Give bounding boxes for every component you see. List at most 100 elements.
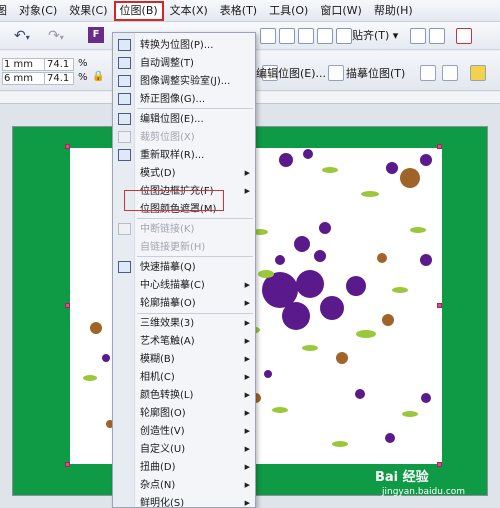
full-screen-icon[interactable] <box>260 28 276 44</box>
menu-item[interactable]: 轮廓描摹(O) ▶ <box>113 295 255 312</box>
submenu-arrow-icon: ▶ <box>244 373 250 381</box>
menu-item[interactable]: 模式(D) ▶ <box>113 165 255 182</box>
menu-object[interactable]: 对象(C) <box>13 1 63 21</box>
menu-item-label: 相机(C) <box>140 372 175 383</box>
menu-separator <box>137 218 253 219</box>
trace-bitmap-icon[interactable] <box>328 65 344 81</box>
edit-bitmap-button[interactable]: 编辑位图(E)... <box>256 65 326 83</box>
menu-item[interactable]: 中心线描摹(C) ▶ <box>113 277 255 294</box>
crop-bitmap-icon[interactable] <box>420 65 436 81</box>
selection-handle-tl[interactable] <box>65 144 70 149</box>
menu-item[interactable]: 三维效果(3) ▶ <box>113 315 255 332</box>
menu-item[interactable]: 鲜明化(S) ▶ <box>113 495 255 508</box>
menu-item-label: 三维效果(3) <box>140 318 195 329</box>
snap-to-label: 贴齐(T) <box>352 29 390 42</box>
menu-item[interactable]: 自定义(U) ▶ <box>113 441 255 458</box>
menu-item-label: 中断链接(K) <box>140 224 195 235</box>
menu-help[interactable]: 帮助(H) <box>368 1 419 21</box>
width-field[interactable]: 1 mm <box>2 58 50 71</box>
percent-label-y: % <box>78 72 88 83</box>
menu-item-label: 重新取样(R)... <box>140 150 205 161</box>
menu-item[interactable]: 模糊(B) ▶ <box>113 351 255 368</box>
menu-separator <box>137 313 253 314</box>
selection-handle-tr[interactable] <box>437 144 442 149</box>
submenu-arrow-icon: ▶ <box>244 187 250 195</box>
menu-window[interactable]: 窗口(W) <box>314 1 367 21</box>
menu-table[interactable]: 表格(T) <box>214 1 263 21</box>
menu-item-label: 艺术笔触(A) <box>140 336 195 347</box>
menu-item[interactable]: 重新取样(R)... <box>113 147 255 164</box>
snap-to-dropdown[interactable]: 贴齐(T) ▾ <box>348 27 402 45</box>
grid-icon[interactable] <box>317 28 333 44</box>
menu-item[interactable]: 转换为位图(P)... <box>113 37 255 54</box>
menu-item[interactable]: 自动调整(T) <box>113 55 255 72</box>
submenu-arrow-icon: ▶ <box>244 427 250 435</box>
power-clip-icon[interactable]: F <box>88 27 104 43</box>
view-icon[interactable] <box>298 28 314 44</box>
bitmap-menu: 转换为位图(P)... 自动调整(T) 图像调整实验室(J)... 矫正图像(G)..… <box>112 32 256 508</box>
auto-adjust-icon <box>118 57 131 69</box>
lock-ratio-icon[interactable]: 🔒 <box>92 71 104 82</box>
height-field[interactable]: 6 mm <box>2 72 50 85</box>
convert-bitmap-icon <box>118 39 131 51</box>
selection-handle-bl[interactable] <box>65 462 70 467</box>
menu-item[interactable]: 相机(C) ▶ <box>113 369 255 386</box>
menu-separator <box>137 256 253 257</box>
app-launcher-icon[interactable] <box>429 28 445 44</box>
scale-x-field[interactable]: 74.1 <box>44 58 74 71</box>
menu-item-label: 自定义(U) <box>140 444 186 455</box>
menu-item-label: 转换为位图(P)... <box>140 40 214 51</box>
percent-label-x: % <box>78 58 88 69</box>
options-icon[interactable] <box>410 28 426 44</box>
menu-item[interactable]: 编辑位图(E)... <box>113 111 255 128</box>
view-toolbar-group <box>260 27 352 45</box>
submenu-arrow-icon: ▶ <box>244 391 250 399</box>
menu-item[interactable]: 快速描摹(Q) <box>113 259 255 276</box>
menu-effects[interactable]: 效果(C) <box>63 1 113 21</box>
menu-bitmap[interactable]: 位图(B) <box>113 0 164 21</box>
menu-item-0[interactable]: 图 <box>0 1 13 21</box>
submenu-arrow-icon: ▶ <box>244 299 250 307</box>
rulers-icon[interactable] <box>279 28 295 44</box>
menu-item-label: 轮廓描摹(O) <box>140 298 196 309</box>
quick-trace-icon <box>118 261 131 273</box>
image-lab-icon <box>118 75 131 87</box>
submenu-arrow-icon: ▶ <box>244 409 250 417</box>
menu-item: 中断链接(K) <box>113 221 255 238</box>
welcome-icon[interactable] <box>456 28 472 44</box>
menu-item[interactable]: 艺术笔触(A) ▶ <box>113 333 255 350</box>
menu-item-label: 鲜明化(S) <box>140 498 185 508</box>
baidu-watermark: Bai 经验 <box>375 470 429 485</box>
menu-item[interactable]: 图像调整实验室(J)... <box>113 73 255 90</box>
menu-tools[interactable]: 工具(O) <box>263 1 314 21</box>
bitmap-color-mask-highlight <box>124 190 224 211</box>
menu-text[interactable]: 文本(X) <box>164 1 214 21</box>
menu-item[interactable]: 轮廓图(O) ▶ <box>113 405 255 422</box>
resample-icon[interactable] <box>442 65 458 81</box>
undo-icon[interactable]: ↶▾ <box>14 28 30 44</box>
selection-handle-ml[interactable] <box>65 303 70 308</box>
menu-item-label: 扭曲(D) <box>140 462 176 473</box>
menu-item[interactable]: 矫正图像(G)... <box>113 91 255 108</box>
submenu-arrow-icon: ▶ <box>244 445 250 453</box>
submenu-arrow-icon: ▶ <box>244 169 250 177</box>
trace-bitmap-button[interactable]: 描摹位图(T) <box>346 65 405 83</box>
menu-item: 裁剪位图(X) <box>113 129 255 146</box>
crop-icon <box>118 131 131 143</box>
menu-item-label: 自链接更新(H) <box>140 242 206 253</box>
submenu-arrow-icon: ▶ <box>244 481 250 489</box>
menu-item[interactable]: 创造性(V) ▶ <box>113 423 255 440</box>
resample-icon <box>118 149 131 161</box>
straighten-icon <box>118 93 131 105</box>
selection-handle-mr[interactable] <box>437 303 442 308</box>
bitmap-mask-icon[interactable] <box>470 65 486 81</box>
edit-bitmap-icon <box>118 113 131 125</box>
menu-item[interactable]: 杂点(N) ▶ <box>113 477 255 494</box>
redo-icon[interactable]: ↷▾ <box>48 28 64 44</box>
scale-y-field[interactable]: 74.1 <box>44 72 74 85</box>
menu-item-label: 图像调整实验室(J)... <box>140 76 231 87</box>
menu-item[interactable]: 颜色转换(L) ▶ <box>113 387 255 404</box>
menu-item[interactable]: 扭曲(D) ▶ <box>113 459 255 476</box>
selection-handle-br[interactable] <box>437 462 442 467</box>
menu-item-label: 矫正图像(G)... <box>140 94 206 105</box>
